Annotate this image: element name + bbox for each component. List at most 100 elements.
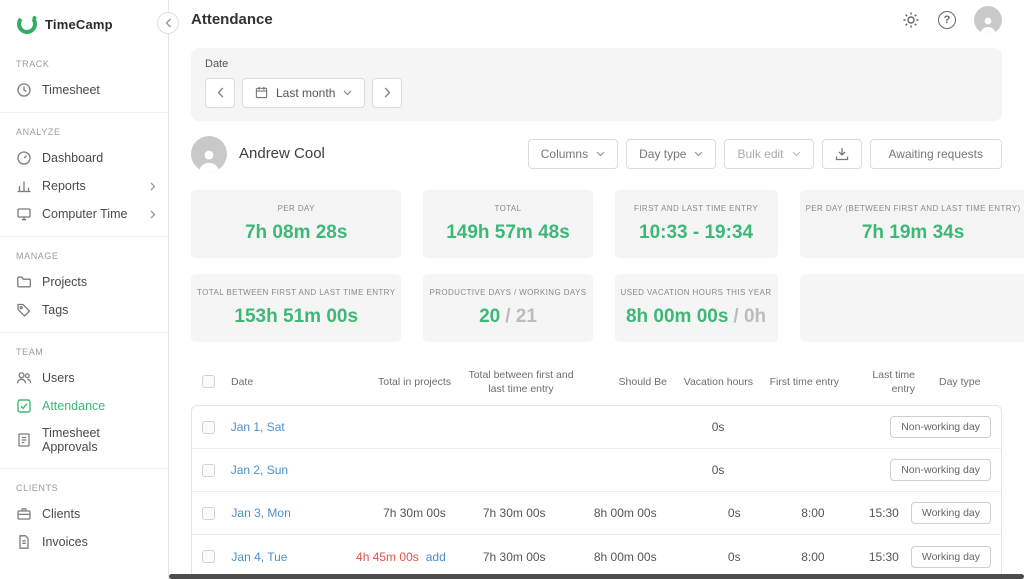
awaiting-requests-label: Awaiting requests	[889, 147, 984, 161]
last-time-entry: 15:30	[831, 506, 905, 520]
chevron-right-icon	[150, 182, 156, 191]
sidebar-item-clients[interactable]: Clients	[0, 500, 168, 528]
top-bar: Attendance ?	[169, 0, 1024, 40]
sidebar-collapse-button[interactable]	[157, 12, 179, 34]
attendance-table: Date Total in projects Total between fir…	[191, 362, 1002, 579]
bar-chart-icon	[16, 178, 32, 194]
row-checkbox[interactable]	[202, 421, 215, 434]
sidebar-item-users[interactable]: Users	[0, 364, 168, 392]
stat-value: 149h 57m 48s	[446, 222, 570, 244]
table-row: Jan 1, Sat 0s Non-working day	[192, 406, 1001, 449]
col-header-first-time-entry: First time entry	[759, 375, 845, 389]
sidebar-section-analyze: ANALYZE Dashboard Reports	[0, 113, 168, 237]
date-link[interactable]: Jan 1, Sat	[231, 420, 285, 434]
sidebar-item-label: Projects	[42, 275, 87, 289]
vacation-hours: 0s	[649, 463, 731, 477]
col-header-day-type: Day type	[921, 375, 1002, 389]
topbar-actions: ?	[902, 6, 1002, 34]
bulk-edit-dropdown[interactable]: Bulk edit	[724, 139, 813, 169]
select-all-checkbox[interactable]	[202, 375, 215, 388]
stat-label: FIRST AND LAST TIME ENTRY	[634, 204, 758, 213]
stat-label: PRODUCTIVE DAYS / WORKING DAYS	[429, 288, 586, 297]
clipboard-icon	[16, 432, 32, 448]
table-row: Jan 3, Mon 7h 30m 00s 7h 30m 00s 8h 00m …	[192, 492, 1001, 535]
col-header-total-in-projects: Total in projects	[345, 375, 457, 389]
bulk-edit-label: Bulk edit	[737, 147, 783, 161]
brand-logo[interactable]: TimeCamp	[0, 0, 168, 45]
date-controls: Last month	[205, 78, 988, 108]
stat-value: 10:33 - 19:34	[639, 222, 753, 244]
user-name: Andrew Cool	[239, 145, 325, 162]
account-avatar[interactable]	[974, 6, 1002, 34]
stat-per-day-between: PER DAY (BETWEEN FIRST AND LAST TIME ENT…	[800, 190, 1024, 258]
table-header-row: Date Total in projects Total between fir…	[191, 362, 1002, 405]
date-link[interactable]: Jan 2, Sun	[231, 463, 288, 477]
day-type-badge[interactable]: Working day	[911, 546, 991, 568]
clock-icon	[16, 82, 32, 98]
stat-empty-placeholder	[800, 274, 1024, 342]
sidebar-item-label: Attendance	[42, 399, 105, 413]
stat-used-vacation: USED VACATION HOURS THIS YEAR 8h 00m 00s…	[615, 274, 778, 342]
settings-button[interactable]	[902, 11, 920, 29]
row-checkbox[interactable]	[202, 464, 215, 477]
sidebar-item-timesheet[interactable]: Timesheet	[0, 76, 168, 104]
stat-value: 20/ 21	[479, 306, 537, 328]
stat-value: 8h 00m 00s/ 0h	[626, 306, 766, 328]
sidebar-item-reports[interactable]: Reports	[0, 172, 168, 200]
sidebar-item-timesheet-approvals[interactable]: Timesheet Approvals	[0, 420, 168, 460]
horizontal-scrollbar[interactable]	[169, 574, 1024, 579]
prev-period-button[interactable]	[205, 78, 235, 108]
day-type-label: Day type	[639, 147, 686, 161]
sidebar-item-attendance[interactable]: Attendance	[0, 392, 168, 420]
table-row: Jan 4, Tue 4h 45m 00sadd 7h 30m 00s 8h 0…	[192, 535, 1001, 578]
total-between: 7h 30m 00s	[452, 506, 577, 520]
sidebar-item-label: Timesheet Approvals	[42, 426, 156, 454]
row-checkbox[interactable]	[202, 550, 215, 563]
day-type-dropdown[interactable]: Day type	[626, 139, 716, 169]
sidebar-item-projects[interactable]: Projects	[0, 268, 168, 296]
question-icon: ?	[938, 11, 956, 29]
stat-value: 153h 51m 00s	[234, 306, 358, 328]
day-type-badge[interactable]: Non-working day	[890, 416, 991, 438]
table-body: Jan 1, Sat 0s Non-working day Jan 2, Sun	[191, 405, 1002, 579]
date-link[interactable]: Jan 3, Mon	[231, 506, 290, 520]
col-header-last-time-entry: Last time entry	[845, 368, 921, 396]
section-label: CLIENTS	[0, 479, 168, 500]
calendar-icon	[255, 86, 268, 99]
check-square-icon	[16, 398, 32, 414]
row-checkbox[interactable]	[202, 507, 215, 520]
columns-dropdown[interactable]: Columns	[528, 139, 618, 169]
page-title: Attendance	[191, 11, 273, 28]
sidebar-item-label: Computer Time	[42, 207, 127, 221]
help-button[interactable]: ?	[938, 11, 956, 29]
sidebar-item-dashboard[interactable]: Dashboard	[0, 144, 168, 172]
sidebar-section-team: TEAM Users Attendance Timesheet Approval…	[0, 333, 168, 469]
section-label: TEAM	[0, 343, 168, 364]
sidebar-item-computer-time[interactable]: Computer Time	[0, 200, 168, 228]
date-link[interactable]: Jan 4, Tue	[231, 550, 287, 564]
export-button[interactable]	[822, 139, 862, 169]
sidebar-item-tags[interactable]: Tags	[0, 296, 168, 324]
sidebar-item-invoices[interactable]: Invoices	[0, 528, 168, 556]
day-type-badge[interactable]: Working day	[911, 502, 991, 524]
tag-icon	[16, 302, 32, 318]
col-header-date: Date	[225, 375, 345, 389]
col-header-total-between: Total between first and last time entry	[457, 368, 585, 396]
chevron-down-icon	[596, 151, 605, 157]
awaiting-requests-button[interactable]: Awaiting requests	[870, 139, 1003, 169]
sidebar-section-track: TRACK Timesheet	[0, 45, 168, 113]
add-time-link[interactable]: add	[426, 550, 446, 564]
date-filter-card: Date Last month	[191, 48, 1002, 121]
date-range-dropdown[interactable]: Last month	[242, 78, 365, 108]
stat-total: TOTAL 149h 57m 48s	[423, 190, 592, 258]
next-period-button[interactable]	[372, 78, 402, 108]
stat-value: 7h 08m 28s	[245, 222, 347, 244]
users-icon	[16, 370, 32, 386]
day-type-badge[interactable]: Non-working day	[890, 459, 991, 481]
sidebar-item-label: Clients	[42, 507, 80, 521]
user-row: Andrew Cool Columns Day type Bulk edit	[191, 136, 1002, 172]
chevron-down-icon	[343, 90, 352, 96]
vacation-hours: 0s	[663, 506, 747, 520]
download-icon	[835, 147, 849, 161]
stat-label: USED VACATION HOURS THIS YEAR	[621, 288, 772, 297]
